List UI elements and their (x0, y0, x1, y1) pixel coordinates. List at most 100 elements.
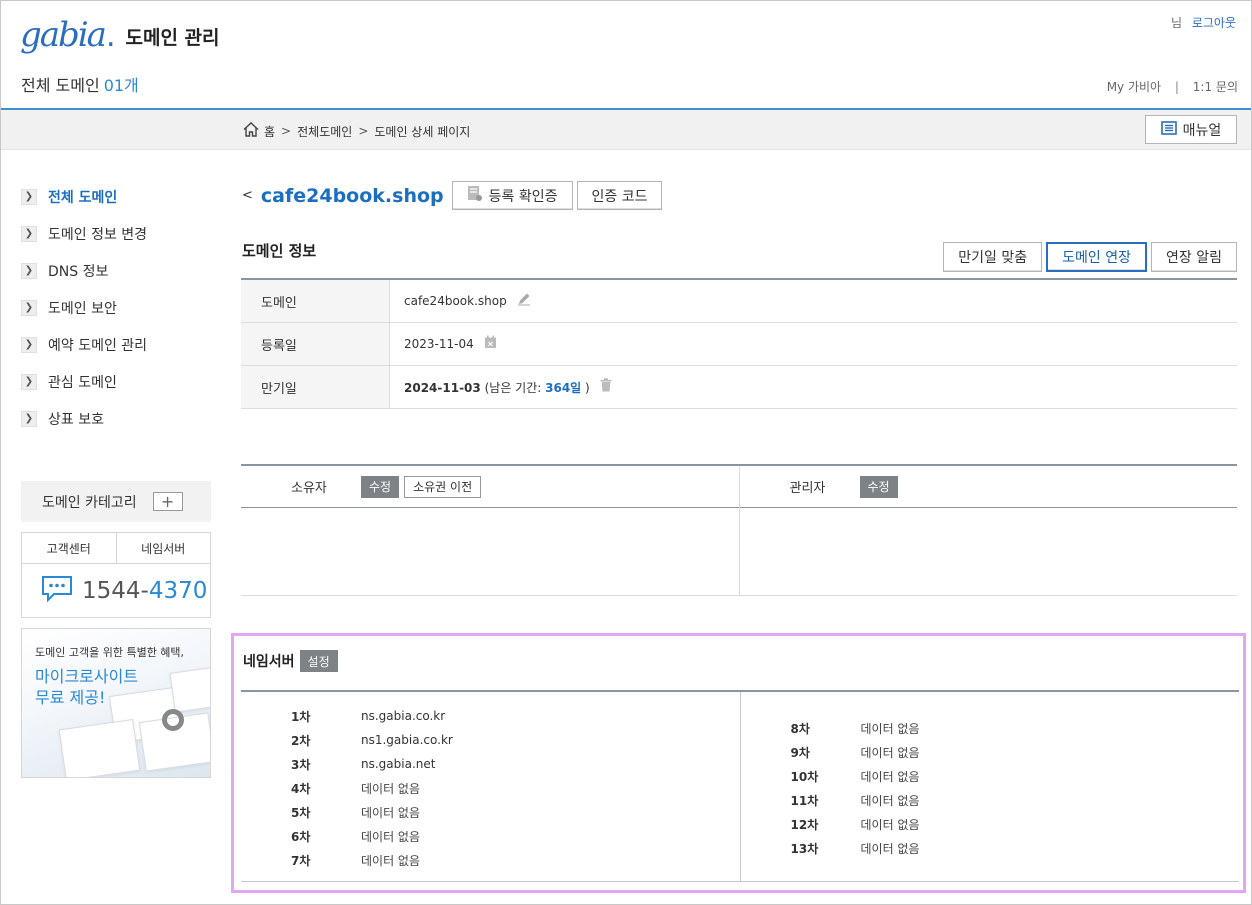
admin-edit-button[interactable]: 수정 (859, 475, 898, 498)
ns-value: 데이터 없음 (361, 829, 421, 844)
domain-info-table: 도메인 cafe24book.shop 등록일 2023-11-04 만기일 2… (241, 278, 1237, 409)
sidebar-item-all-domains[interactable]: ❯ 전체 도메인 (21, 178, 147, 215)
ns-value: 데이터 없음 (860, 841, 920, 856)
phone-number: 1544- 4370 (22, 564, 210, 618)
admin-header: 관리자 수정 (739, 466, 1237, 508)
ns-order: 8차 (790, 721, 810, 736)
sidebar-item-domain-info-change[interactable]: ❯ 도메인 정보 변경 (21, 215, 147, 252)
list-item: 3차 ns.gabia.net (291, 752, 453, 776)
row-label: 도메인 (241, 280, 390, 322)
admin-label: 관리자 (789, 481, 826, 496)
logo-dot: . (105, 19, 116, 54)
row-label: 만기일 (241, 366, 390, 408)
list-item: 5차 데이터 없음 (291, 800, 453, 824)
sidebar-item-security[interactable]: ❯ 도메인 보안 (21, 289, 147, 326)
sidebar-item-label: 관심 도메인 (48, 374, 117, 391)
nameserver-column-right: 8차 데이터 없음 9차 데이터 없음 10차 데이터 없음 11차 데이터 없음 12… (741, 692, 1240, 881)
breadcrumb-all-domains[interactable]: 전체도메인 (297, 123, 352, 140)
chevron-right-icon: ❯ (21, 188, 37, 205)
tab-nameserver[interactable]: 네임서버 (117, 533, 211, 563)
sidebar-item-label: 상표 보호 (48, 411, 104, 428)
promo-circle-graphic (162, 709, 184, 731)
admin-section: 관리자 수정 (739, 466, 1237, 595)
breadcrumb-sep: > (358, 124, 369, 138)
nameserver-settings-button[interactable]: 설정 (299, 650, 338, 672)
inquiry-link[interactable]: 1:1 문의 (1193, 80, 1238, 94)
ns-value: 데이터 없음 (860, 793, 920, 808)
phone-suffix: 4370 (148, 578, 208, 604)
ns-value: ns.gabia.net (361, 757, 436, 771)
logout-link[interactable]: 로그아웃 (1192, 16, 1236, 30)
list-item: 8차 데이터 없음 (791, 716, 920, 740)
table-row: 도메인 cafe24book.shop (241, 280, 1237, 323)
contact-box: 소유자 수정 소유권 이전 관리자 수정 (241, 464, 1237, 596)
breadcrumb-bar: 홈 > 전체도메인 > 도메인 상세 페이지 매뉴얼 (1, 110, 1251, 150)
row-value: cafe24book.shop (390, 280, 1237, 322)
registered-date: 2023-11-04 (404, 337, 474, 351)
calendar-icon[interactable] (484, 335, 497, 353)
match-expiry-button[interactable]: 만기일 맞춤 (943, 242, 1043, 272)
tab-customer-center[interactable]: 고객센터 (22, 533, 117, 563)
trash-icon[interactable] (600, 378, 612, 396)
ns-value: 데이터 없음 (860, 817, 920, 832)
ns-order: 10차 (790, 769, 819, 784)
auth-code-button[interactable]: 인증 코드 (576, 181, 663, 210)
sidebar-item-label: 도메인 보안 (48, 300, 117, 317)
promo-headline-2: 무료 제공! (35, 688, 106, 707)
extend-domain-button[interactable]: 도메인 연장 (1046, 242, 1148, 272)
my-gabia-link[interactable]: My 가비아 (1107, 80, 1161, 94)
ownership-transfer-button[interactable]: 소유권 이전 (404, 475, 482, 498)
registration-certificate-button[interactable]: 등록 확인증 (451, 181, 573, 210)
ns-order: 4차 (291, 781, 311, 796)
nameserver-section: 네임서버 설정 1차 ns.gabia.co.kr 2차 ns1.gabia.co.… (231, 633, 1246, 893)
sidebar-menu: ❯ 전체 도메인 ❯ 도메인 정보 변경 ❯ DNS 정보 ❯ 도메인 보안 ❯ 예약 도… (21, 178, 147, 437)
microsite-promo-banner[interactable]: 도메인 고객을 위한 특별한 혜택, 마이크로사이트 무료 제공! (21, 628, 211, 778)
renewal-alert-button[interactable]: 연장 알림 (1151, 242, 1237, 272)
top-links: My 가비아 | 1:1 문의 (1107, 78, 1238, 95)
owner-label: 소유자 (291, 481, 327, 496)
chevron-right-icon: ❯ (21, 336, 37, 353)
nameserver-table: 1차 ns.gabia.co.kr 2차 ns1.gabia.co.kr 3차 ns.… (241, 690, 1239, 882)
manual-label: 매뉴얼 (1182, 122, 1222, 139)
domain-value: cafe24book.shop (404, 294, 507, 308)
table-row: 등록일 2023-11-04 (241, 323, 1237, 366)
ns-order: 12차 (790, 817, 819, 832)
manual-button[interactable]: 매뉴얼 (1145, 115, 1237, 144)
breadcrumb-home[interactable]: 홈 (264, 123, 275, 140)
promo-card-image (169, 665, 210, 713)
owner-header: 소유자 수정 소유권 이전 (241, 466, 739, 508)
expiry-info: 2024-11-03 (남은 기간: 364일 ) (404, 379, 590, 396)
owner-edit-button[interactable]: 수정 (361, 475, 400, 498)
domain-header: < cafe24book.shop 등록 확인증 인증 코드 (242, 181, 666, 210)
gabia-logo[interactable]: gabia . 도메인 관리 (20, 18, 220, 52)
certificate-icon (467, 185, 483, 207)
sidebar-item-label: 전체 도메인 (48, 189, 118, 206)
list-item: 2차 ns1.gabia.co.kr (291, 728, 453, 752)
ns-value: 데이터 없음 (361, 781, 421, 796)
remaining-days: 364일 (545, 380, 582, 395)
home-icon[interactable] (243, 122, 264, 140)
sidebar-item-label: DNS 정보 (48, 263, 109, 280)
sidebar-item-trademark[interactable]: ❯ 상표 보호 (21, 400, 147, 437)
row-value: 2024-11-03 (남은 기간: 364일 ) (390, 366, 1237, 408)
ns-order: 5차 (291, 805, 311, 820)
sidebar-item-reserved[interactable]: ❯ 예약 도메인 관리 (21, 326, 147, 363)
total-label: 전체 도메인 (21, 76, 100, 95)
sidebar-item-dns[interactable]: ❯ DNS 정보 (21, 252, 147, 289)
domain-category: 도메인 카테고리 + (21, 481, 211, 522)
ns-value: 데이터 없음 (860, 769, 920, 784)
add-category-button[interactable]: + (152, 492, 183, 511)
remaining-prefix: (남은 기간: (484, 380, 542, 395)
domain-name: cafe24book.shop (260, 184, 444, 207)
nameserver-list-right: 8차 데이터 없음 9차 데이터 없음 10차 데이터 없음 11차 데이터 없음 12… (791, 716, 920, 860)
manual-icon (1160, 120, 1177, 139)
owner-section: 소유자 수정 소유권 이전 (241, 466, 740, 595)
sidebar-item-watchlist[interactable]: ❯ 관심 도메인 (21, 363, 147, 400)
list-item: 6차 데이터 없음 (291, 824, 453, 848)
list-item: 13차 데이터 없음 (791, 836, 920, 860)
total-count: 01개 (103, 76, 139, 95)
page-title: 도메인 관리 (125, 27, 220, 49)
ns-order: 1차 (291, 709, 311, 724)
back-link[interactable]: < (242, 188, 253, 203)
pencil-icon[interactable] (517, 292, 531, 310)
